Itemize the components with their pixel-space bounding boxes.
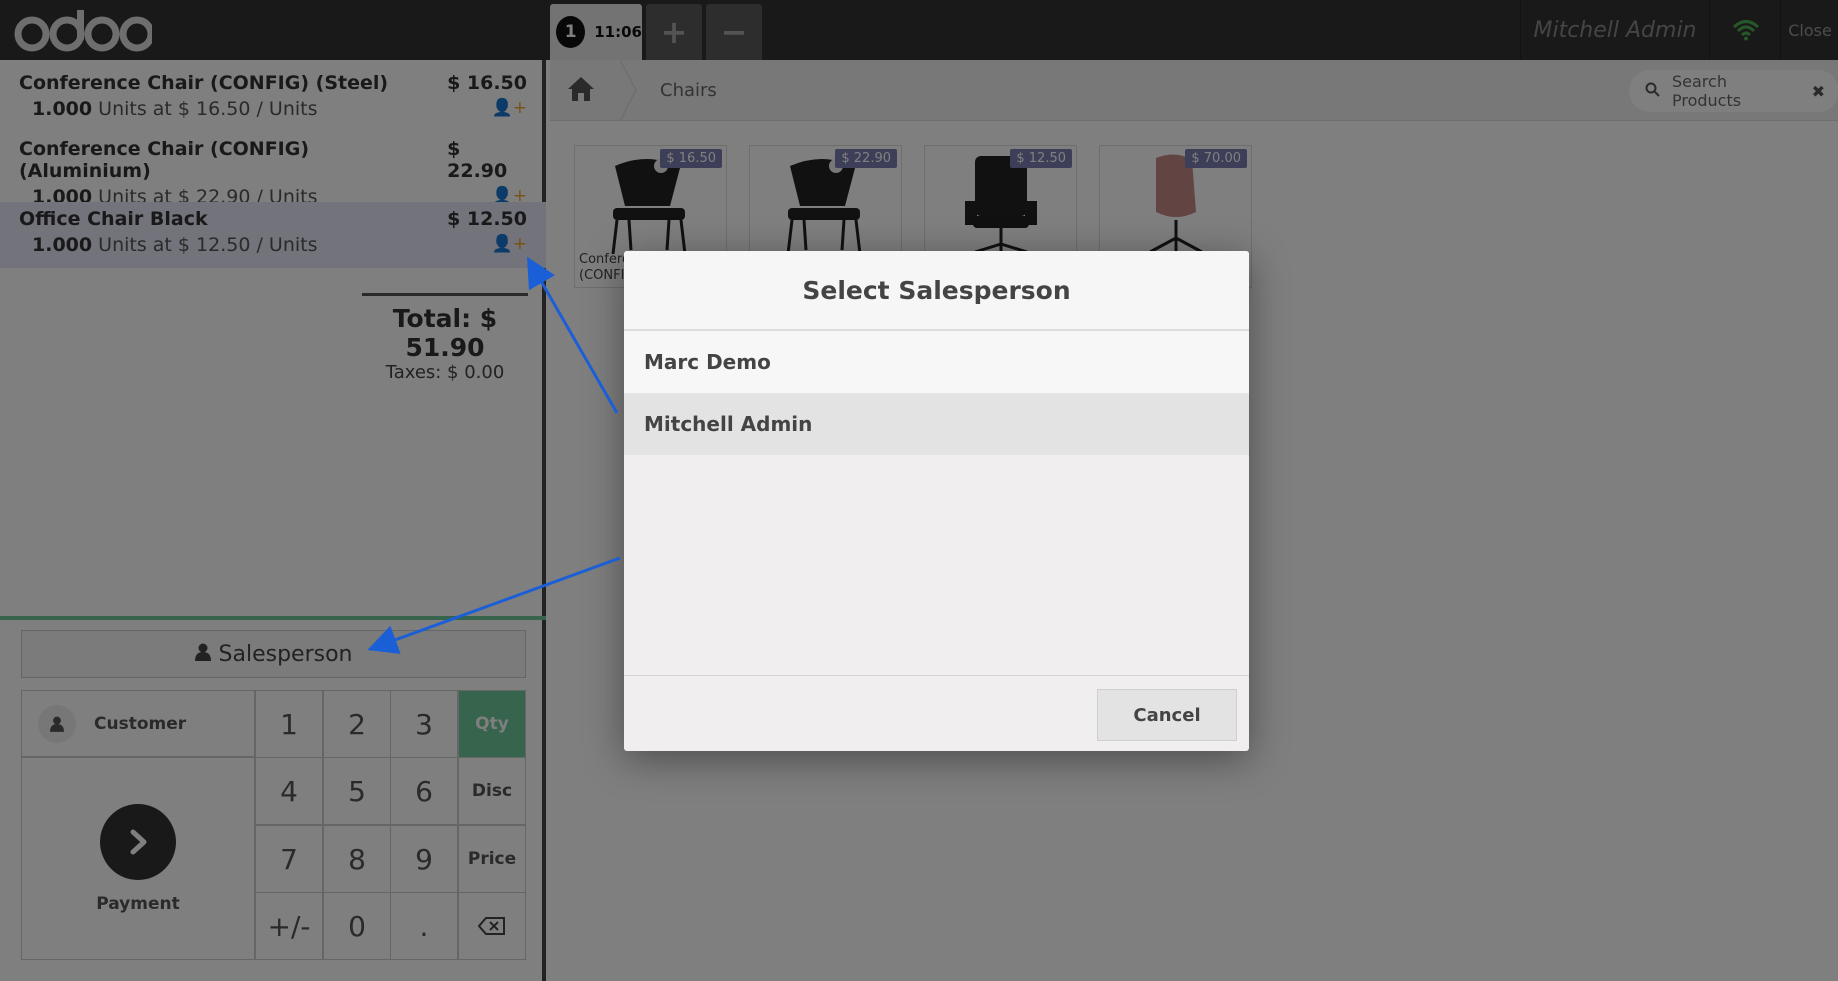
select-salesperson-dialog: Select Salesperson Marc Demo Mitchell Ad… — [624, 251, 1249, 751]
salesperson-option-highlighted[interactable]: Mitchell Admin — [624, 393, 1249, 455]
dialog-footer: Cancel — [624, 675, 1249, 751]
cancel-button[interactable]: Cancel — [1097, 689, 1237, 741]
salesperson-option[interactable]: Marc Demo — [624, 331, 1249, 393]
dialog-title: Select Salesperson — [624, 251, 1249, 331]
